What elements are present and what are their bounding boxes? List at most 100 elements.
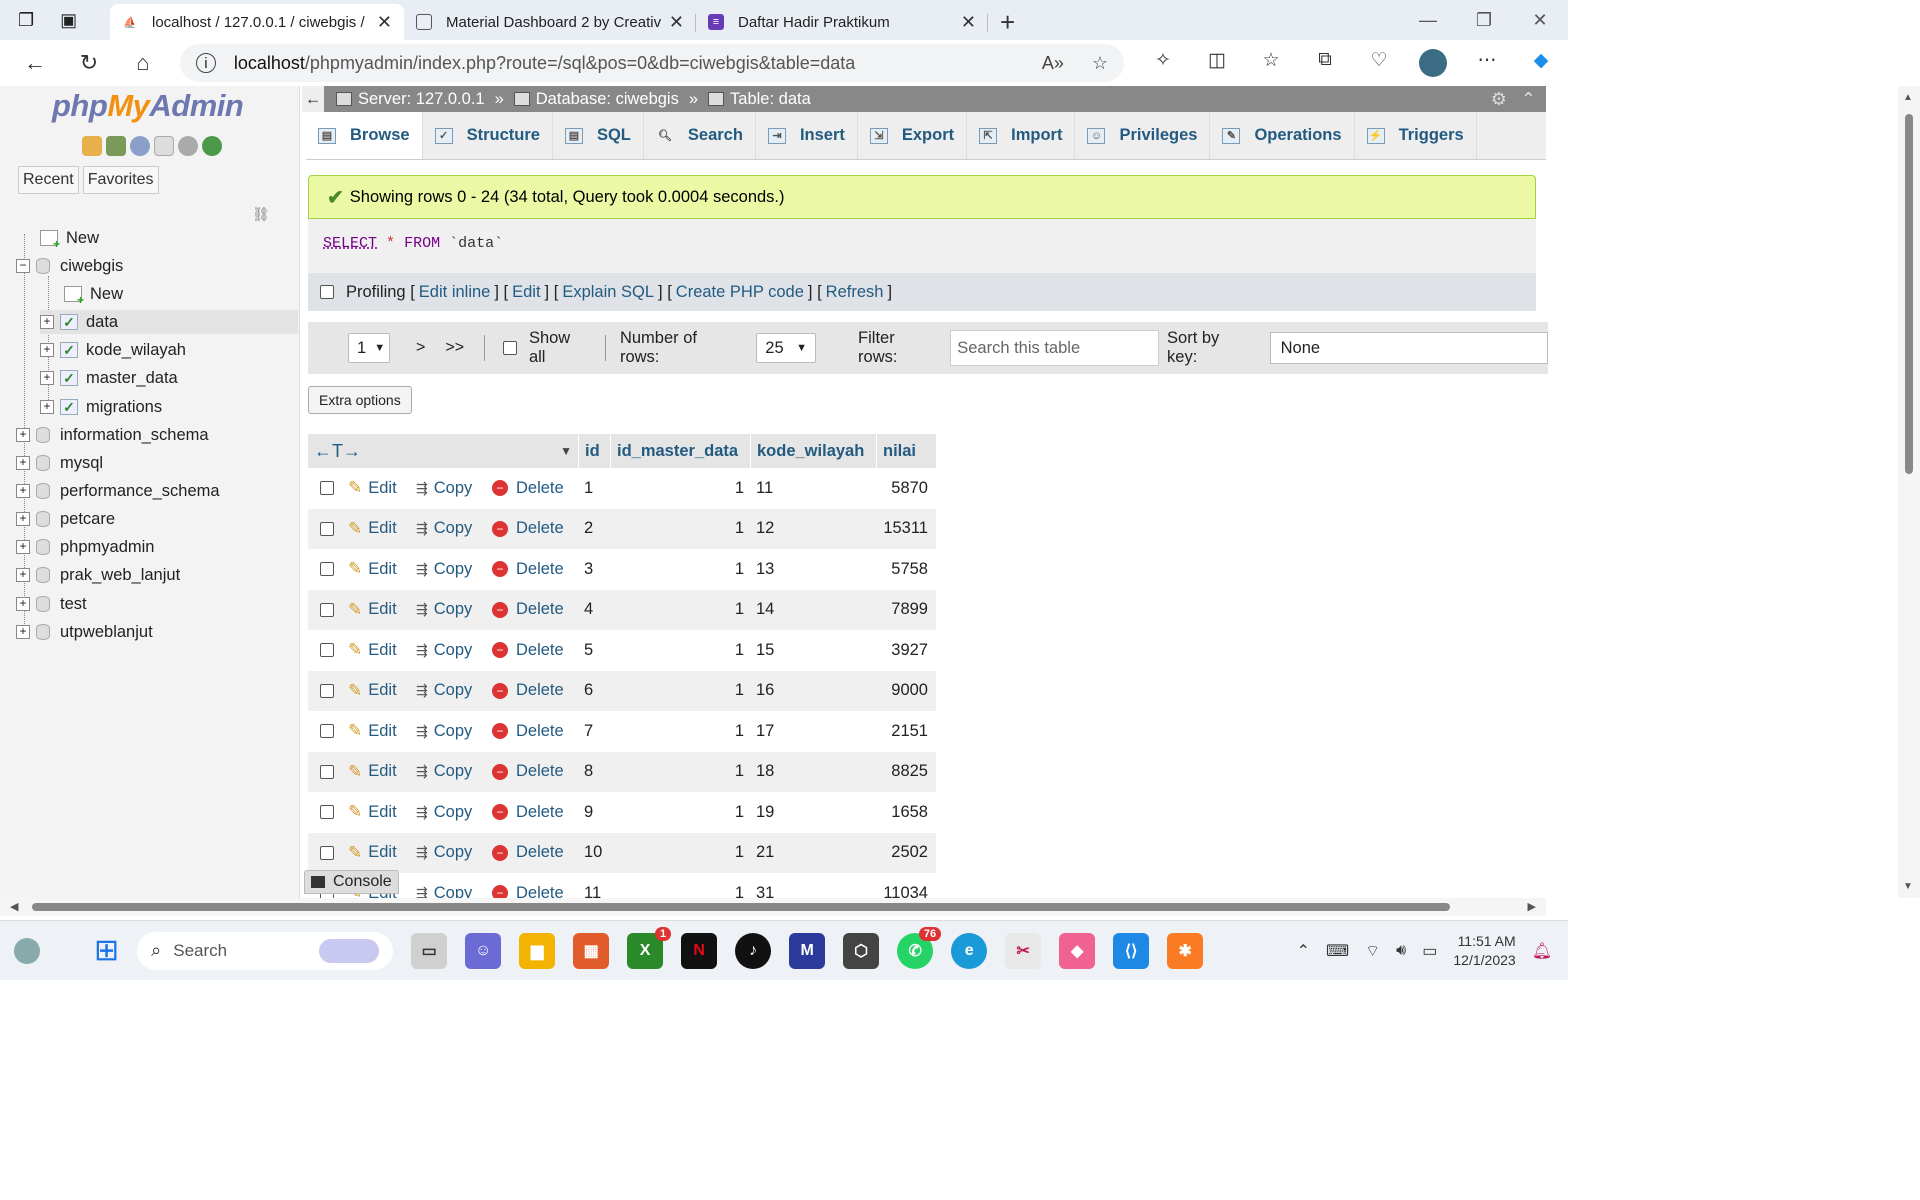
cell-kode-wilayah[interactable]: 17 [750, 722, 876, 741]
cell-nilai[interactable]: 5758 [876, 560, 932, 579]
more-icon[interactable]: ⋯ [1460, 49, 1514, 77]
restore-icon[interactable]: ❐ [1456, 0, 1512, 40]
cell-id-master-data[interactable]: 1 [610, 600, 750, 619]
row-checkbox[interactable] [320, 724, 334, 739]
column-header-nilai[interactable]: nilai [876, 434, 936, 468]
edit-row-button[interactable]: ✎Edit [348, 802, 416, 822]
breadcrumb-server[interactable]: Server: 127.0.0.1 [336, 90, 485, 109]
scroll-left-icon[interactable]: ◀ [10, 900, 18, 913]
tab-sql[interactable]: ▤ SQL [553, 112, 644, 159]
explain-sql-link[interactable]: Explain SQL [562, 283, 654, 302]
cell-id[interactable]: 2 [578, 519, 610, 538]
teams-icon[interactable]: ☺ [465, 932, 502, 969]
store-icon[interactable]: ▦ [573, 932, 610, 969]
cell-kode-wilayah[interactable]: 18 [750, 762, 876, 781]
filter-rows-input[interactable]: Search this table [950, 330, 1160, 366]
collapse-nav-icon[interactable]: ← [302, 86, 324, 112]
refresh-link[interactable]: Refresh [826, 283, 884, 302]
vertical-scrollbar[interactable]: ▲ ▼ [1898, 86, 1920, 898]
profiling-checkbox[interactable] [320, 285, 334, 299]
edit-row-button[interactable]: ✎Edit [348, 559, 416, 579]
copy-row-button[interactable]: ⇶ Copy [416, 843, 492, 862]
reload-nav-icon[interactable] [202, 136, 222, 156]
copy-row-button[interactable]: ⇶ Copy [416, 641, 492, 660]
expand-icon[interactable]: + [16, 625, 30, 639]
scroll-thumb[interactable] [32, 903, 1450, 911]
cell-nilai[interactable]: 15311 [876, 519, 932, 538]
sort-by-key-select[interactable]: None [1269, 332, 1549, 364]
tab-material-dashboard[interactable]: Material Dashboard 2 by Creative ✕ [404, 4, 696, 40]
close-tab-icon[interactable]: ✕ [377, 12, 392, 33]
cell-nilai[interactable]: 2151 [876, 722, 932, 741]
minimize-icon[interactable]: — [1400, 0, 1456, 40]
expand-icon[interactable]: + [16, 456, 30, 470]
tab-operations[interactable]: ✎ Operations [1210, 112, 1355, 159]
sql-query-display[interactable]: SELECT * FROM `data` [308, 219, 1536, 273]
git-app-icon[interactable]: ◆ [1059, 932, 1096, 969]
wifi-icon[interactable]: ⌔ [1365, 941, 1380, 961]
delete-row-button[interactable]: − Delete [492, 722, 578, 741]
row-checkbox[interactable] [320, 562, 334, 577]
tree-item-data[interactable]: + ✓ data [40, 310, 298, 334]
favorites-tab[interactable]: Favorites [82, 166, 159, 194]
whatsapp-icon[interactable]: ✆ 76 [897, 926, 942, 969]
tab-import[interactable]: ⇱ Import [967, 112, 1076, 159]
copy-row-button[interactable]: ⇶ Copy [416, 600, 492, 619]
expand-icon[interactable]: + [40, 315, 54, 329]
phpmyadmin-logo[interactable]: phpMyAdmin [52, 88, 244, 124]
tree-item-phpmyadmin[interactable]: + phpmyadmin [16, 535, 154, 559]
expand-icon[interactable]: + [16, 512, 30, 526]
cell-kode-wilayah[interactable]: 14 [750, 600, 876, 619]
tree-item-information-schema[interactable]: + information_schema [16, 423, 209, 447]
tab-daftar-hadir[interactable]: ≡ Daftar Hadir Praktikum ✕ [696, 4, 988, 40]
logout-icon[interactable] [106, 136, 126, 156]
tiktok-icon[interactable]: ♪ [735, 932, 772, 969]
row-checkbox[interactable] [320, 643, 334, 658]
cell-id[interactable]: 3 [578, 560, 610, 579]
read-aloud-icon[interactable]: A» [1042, 53, 1064, 74]
delete-row-button[interactable]: − Delete [492, 560, 578, 579]
column-header-id-master-data[interactable]: id_master_data [610, 434, 750, 468]
tree-item-kode-wilayah[interactable]: + ✓ kode_wilayah [40, 338, 186, 362]
expand-icon[interactable]: + [16, 597, 30, 611]
extra-options-button[interactable]: Extra options [308, 386, 412, 414]
row-checkbox[interactable] [320, 845, 334, 860]
cube-app-icon[interactable]: ⬡ [843, 932, 880, 969]
tree-item-mysql[interactable]: + mysql [16, 451, 103, 475]
cell-id[interactable]: 9 [578, 803, 610, 822]
cell-kode-wilayah[interactable]: 19 [750, 803, 876, 822]
column-resize-icon[interactable]: ←T→ ▼ [308, 434, 578, 468]
cell-id[interactable]: 5 [578, 641, 610, 660]
tab-browse[interactable]: ▤ Browse [306, 112, 423, 159]
new-tab-button[interactable]: + [988, 4, 1027, 40]
home-icon[interactable]: ⌂ [116, 50, 170, 76]
keyboard-icon[interactable]: ⌨ [1326, 941, 1349, 961]
edit-row-button[interactable]: ✎Edit [348, 762, 416, 782]
tree-item-performance-schema[interactable]: + performance_schema [16, 479, 220, 503]
collections-icon[interactable]: ⧉ [1298, 49, 1352, 77]
reload-icon[interactable]: ↻ [62, 50, 116, 76]
edit-row-button[interactable]: ✎Edit [348, 721, 416, 741]
delete-row-button[interactable]: − Delete [492, 600, 578, 619]
tree-item-prak-web-lanjut[interactable]: + prak_web_lanjut [16, 563, 180, 587]
expand-icon[interactable]: + [16, 540, 30, 554]
copilot-icon[interactable]: ◆ [1514, 49, 1568, 77]
file-explorer-icon[interactable]: ▆ [519, 932, 556, 969]
tree-item-ciwebgis[interactable]: − ciwebgis [16, 254, 123, 278]
cell-id-master-data[interactable]: 1 [610, 803, 750, 822]
tree-item-migrations[interactable]: + ✓ migrations [40, 395, 162, 419]
cell-id-master-data[interactable]: 1 [610, 762, 750, 781]
cell-id-master-data[interactable]: 1 [610, 722, 750, 741]
create-php-code-link[interactable]: Create PHP code [676, 283, 804, 302]
clock[interactable]: 11:51 AM 12/1/2023 [1453, 932, 1515, 970]
edit-inline-link[interactable]: Edit inline [419, 283, 491, 302]
collapse-icon[interactable]: ⌃ [1521, 89, 1536, 110]
scroll-right-icon[interactable]: ▶ [1528, 900, 1536, 913]
cell-id-master-data[interactable]: 1 [610, 479, 750, 498]
gear-icon[interactable]: ⚙ [1491, 89, 1507, 110]
cell-id[interactable]: 1 [578, 479, 610, 498]
expand-icon[interactable]: + [40, 343, 54, 357]
scroll-up-icon[interactable]: ▲ [1903, 92, 1913, 103]
cell-kode-wilayah[interactable]: 21 [750, 843, 876, 862]
recent-tab[interactable]: Recent [18, 166, 79, 194]
